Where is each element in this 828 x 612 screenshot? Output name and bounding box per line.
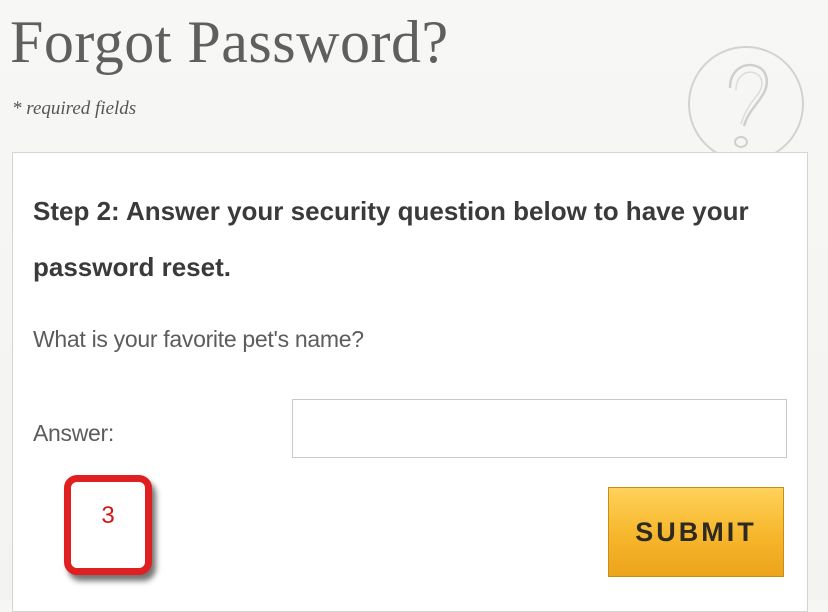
page-title: Forgot Password? <box>10 9 449 75</box>
security-question: What is your favorite pet's name? <box>33 326 364 352</box>
forgot-password-page: Forgot Password? * required fields Step … <box>0 0 828 612</box>
step-heading: Step 2: Answer your security question be… <box>33 196 749 282</box>
required-fields-note: * required fields <box>12 98 137 119</box>
question-mark-icon <box>688 46 804 162</box>
answer-label: Answer: <box>33 420 114 446</box>
answer-input[interactable] <box>292 399 787 458</box>
step-annotation-badge: 3 <box>64 475 152 575</box>
step-annotation-number: 3 <box>101 502 115 529</box>
submit-button[interactable]: SUBMIT <box>608 487 784 577</box>
